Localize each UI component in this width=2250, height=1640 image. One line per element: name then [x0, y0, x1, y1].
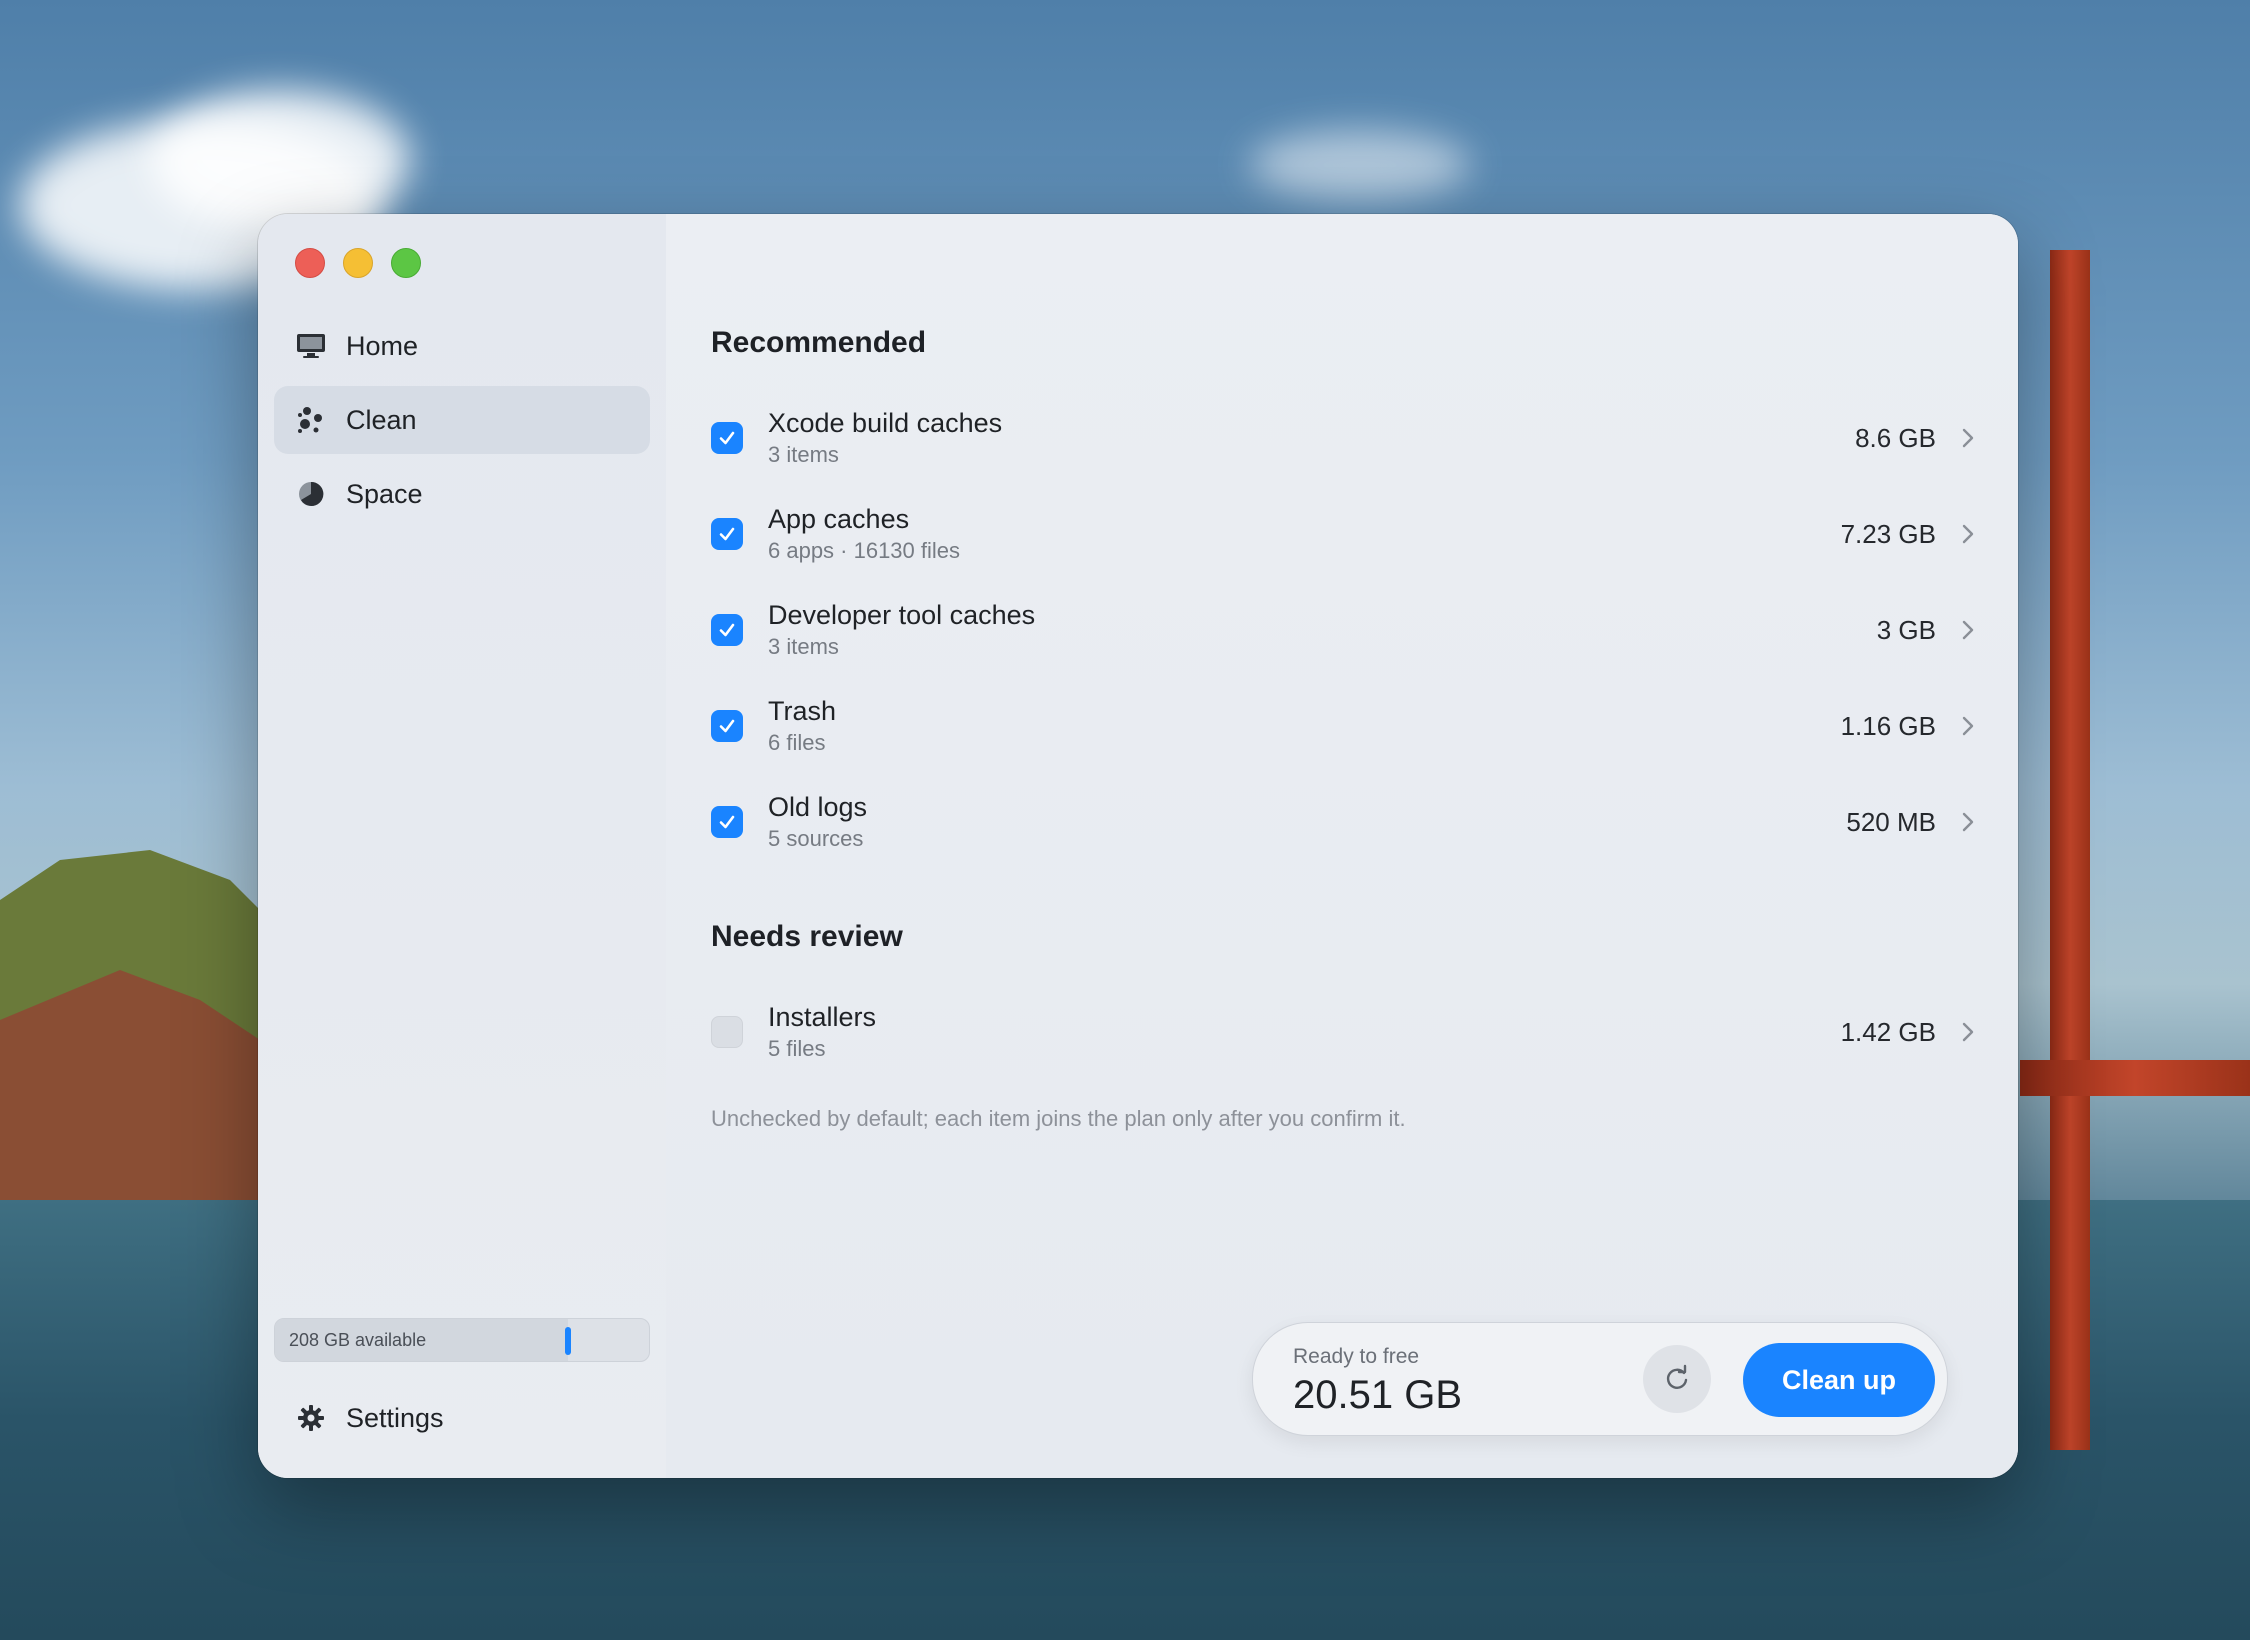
item-text: Old logs 5 sources: [768, 790, 1846, 854]
list-item[interactable]: Xcode build caches 3 items 8.6 GB: [711, 398, 1978, 478]
item-title: Trash: [768, 696, 837, 726]
item-text: Trash 6 files: [768, 694, 1841, 758]
section-title-needs-review: Needs review: [711, 920, 903, 953]
sidebar-item-clean[interactable]: Clean: [274, 386, 650, 454]
sidebar-item-label: Home: [346, 330, 419, 361]
settings-area: Settings: [274, 1384, 650, 1458]
minimize-button[interactable]: [343, 248, 373, 278]
item-text: Developer tool caches 3 items: [768, 598, 1877, 662]
refresh-icon: [1666, 1364, 1688, 1389]
clean-up-button[interactable]: Clean up: [1743, 1343, 1935, 1417]
checkbox-checked[interactable]: [711, 710, 743, 742]
window-controls: [295, 248, 421, 278]
item-subtitle: 5 sources: [768, 826, 864, 851]
item-subtitle: 6 apps · 16130 files: [768, 538, 961, 563]
checkmark-icon: [719, 623, 735, 637]
item-size: 7.23 GB: [1840, 518, 1936, 549]
list-item[interactable]: App caches 6 apps · 16130 files 7.23 GB: [711, 494, 1978, 574]
sidebar-item-label: Clean: [346, 404, 417, 435]
checkbox-checked[interactable]: [711, 518, 743, 550]
checkmark-icon: [719, 815, 735, 829]
list-item[interactable]: Trash 6 files 1.16 GB: [711, 686, 1978, 766]
bridge-tower: [2050, 250, 2090, 1450]
zoom-button[interactable]: [391, 248, 421, 278]
sidebar-item-settings[interactable]: Settings: [274, 1384, 650, 1452]
item-text: App caches 6 apps · 16130 files: [768, 502, 1841, 566]
item-text: Installers 5 files: [768, 1000, 1841, 1064]
item-text: Xcode build caches 3 items: [768, 406, 1855, 470]
item-size: 3 GB: [1876, 614, 1936, 645]
item-size: 520 MB: [1846, 806, 1936, 837]
sidebar-item-label: Space: [346, 478, 423, 509]
checkbox-checked[interactable]: [711, 806, 743, 838]
main-content: Recommended Xcode build caches 3 items 8.6…: [666, 214, 2018, 1478]
ready-to-free-label: Ready to free: [1293, 1345, 1420, 1368]
rescan-button[interactable]: [1643, 1345, 1711, 1413]
pie-chart-icon: [296, 479, 326, 509]
storage-indicator: 208 GB available: [274, 1318, 650, 1362]
cloud: [150, 90, 410, 230]
list-item[interactable]: Old logs 5 sources 520 MB: [711, 782, 1978, 862]
sidebar-item-home[interactable]: Home: [274, 312, 650, 380]
checkmark-icon: [719, 719, 735, 733]
gear-icon: [296, 1403, 326, 1433]
sidebar-nav: Home Clean Space: [274, 312, 650, 534]
list-item[interactable]: Developer tool caches 3 items 3 GB: [711, 590, 1978, 670]
item-size: 1.16 GB: [1840, 710, 1936, 741]
close-button[interactable]: [295, 248, 325, 278]
chevron-right-icon[interactable]: [1958, 713, 1978, 739]
chevron-right-icon[interactable]: [1958, 1019, 1978, 1045]
item-title: App caches: [768, 504, 910, 534]
item-size: 1.42 GB: [1840, 1016, 1936, 1047]
ready-to-free-value: 20.51 GB: [1293, 1373, 1463, 1417]
item-size: 8.6 GB: [1855, 422, 1936, 453]
sidebar: Home Clean Space 208 GB available Settin…: [258, 214, 667, 1478]
storage-available-label: 208 GB available: [289, 1330, 427, 1350]
item-subtitle: 3 items: [768, 634, 839, 659]
cloud: [1250, 130, 1470, 200]
item-subtitle: 6 files: [768, 730, 826, 755]
item-subtitle: 5 files: [768, 1036, 826, 1061]
chevron-right-icon[interactable]: [1958, 809, 1978, 835]
review-note: Unchecked by default; each item joins th…: [711, 1106, 1406, 1131]
checkbox-checked[interactable]: [711, 422, 743, 454]
checkbox-checked[interactable]: [711, 614, 743, 646]
section-title-recommended: Recommended: [711, 326, 927, 359]
chevron-right-icon[interactable]: [1958, 617, 1978, 643]
item-title: Xcode build caches: [768, 408, 1003, 438]
app-window: Home Clean Space 208 GB available Settin…: [258, 214, 2018, 1478]
checkbox-unchecked[interactable]: [711, 1016, 743, 1048]
storage-marker: [565, 1327, 572, 1355]
sparkles-icon: [296, 405, 326, 435]
item-title: Developer tool caches: [768, 600, 1036, 630]
cleanup-bar: Ready to free 20.51 GB Clean up: [1252, 1322, 1948, 1436]
bridge-deck: [2020, 1060, 2250, 1096]
item-title: Old logs: [768, 792, 868, 822]
item-subtitle: 3 items: [768, 442, 839, 467]
checkmark-icon: [719, 431, 735, 445]
sidebar-item-space[interactable]: Space: [274, 460, 650, 528]
chevron-right-icon[interactable]: [1958, 425, 1978, 451]
checkmark-icon: [719, 527, 735, 541]
chevron-right-icon[interactable]: [1958, 521, 1978, 547]
monitor-icon: [296, 331, 326, 361]
coastal-hill: [0, 850, 260, 1240]
item-title: Installers: [768, 1002, 877, 1032]
settings-label: Settings: [346, 1402, 444, 1433]
list-item[interactable]: Installers 5 files 1.42 GB: [711, 992, 1978, 1072]
